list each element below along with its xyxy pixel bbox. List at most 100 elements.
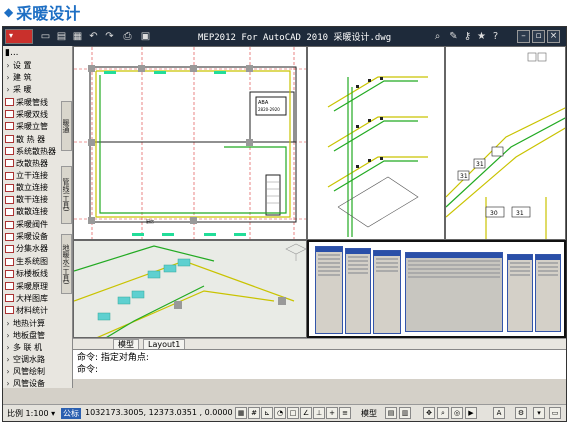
lock-icon[interactable]: ▾ [533,407,545,419]
plan-tag-label: ABA [258,100,269,106]
menu-item[interactable]: › 多 联 机 [3,342,61,353]
menu-item[interactable]: 采暖立管 [3,121,61,132]
menu-item[interactable]: 采暖阀件 [3,219,61,230]
showmotion-icon[interactable]: ▶ [465,407,477,419]
pan-icon[interactable]: ✥ [423,407,435,419]
menu-item-label: 系统散热器 [16,146,56,156]
menu-item-label: 改散热器 [16,158,48,168]
steering-icon[interactable]: ◎ [451,407,463,419]
menu-item[interactable]: 散散连接 [3,206,61,217]
otrack-icon[interactable]: ∠ [300,407,312,419]
menu-item[interactable]: 散 热 器 [3,134,61,145]
menu-item-label: 空调水路 [13,354,45,364]
viewport-3d[interactable] [73,240,307,338]
menu-item[interactable]: 分集水器 [3,243,61,254]
osnap-icon[interactable]: □ [287,407,299,419]
menu-item-label: 建 筑 [13,73,32,82]
menu-item[interactable]: › 风管设备 [3,378,61,389]
dialog-5[interactable] [507,254,533,332]
menu-item[interactable]: › 建 筑 [3,72,61,83]
command-icon [5,232,14,241]
menu-item[interactable]: 采暖原理 [3,281,61,292]
print-icon[interactable]: ⎙ [121,30,134,43]
room-label: 厨房 [146,218,154,224]
model-space-label[interactable]: 模型 [361,408,377,419]
dialog-1[interactable] [315,246,343,334]
layout-icon-2[interactable]: ▥ [399,407,411,419]
snap-icon[interactable]: ▦ [235,407,247,419]
clean-screen-icon[interactable]: ▭ [549,407,561,419]
minimize-button[interactable]: – [517,30,530,43]
key-icon[interactable]: ⚷ [461,30,474,43]
menu-item-label: 采暖管线 [16,97,48,107]
binoculars-icon[interactable]: ⌕ [431,30,444,43]
viewport-riser-isometric[interactable] [307,46,445,240]
menu-item[interactable]: 散干连接 [3,194,61,205]
viewport-detail[interactable]: 31 31 30 31 [445,46,566,240]
menu-item[interactable]: 大样图库 [3,293,61,304]
menu-item[interactable]: 散立连接 [3,182,61,193]
menu-item[interactable]: 采暖设备 [3,231,61,242]
svg-text:2820-2920: 2820-2920 [258,107,280,112]
layout-icon-1[interactable]: ▤ [385,407,397,419]
side-tab-pipe-tools[interactable]: 管线(工具) [61,166,72,224]
tools-icon[interactable]: ✎ [447,30,460,43]
dialog-6[interactable] [535,254,561,332]
layout-tab-bar: 模型 Layout1 [73,338,566,350]
workspace-icon[interactable]: ⚙ [515,407,527,419]
close-button[interactable]: × [547,30,560,43]
menu-item-label: 分集水器 [16,244,48,254]
viewport-dialogs[interactable] [307,240,566,338]
command-line[interactable]: 命令: 指定对角点: 命令: [73,349,566,379]
app-menu-button[interactable]: ▾ [5,29,33,44]
viewport-floor-plan[interactable]: ABA 2820-2920 厨房 [73,46,307,240]
menu-item[interactable]: 材料统计 [3,305,61,316]
coordinates-readout: 103217‌3.3005, 12373.0351 , 0.0000 [85,408,233,417]
open-file-icon[interactable]: ▤ [55,30,68,43]
annotation-scale-icon[interactable]: A [493,407,505,419]
menu-item-label: 采暖阀件 [16,220,48,230]
lineweight-icon[interactable]: ≡ [339,407,351,419]
coord-label[interactable]: 公标 [61,408,81,419]
menu-item[interactable]: 采暖双线 [3,109,61,120]
menu-item[interactable]: 立干连接 [3,170,61,181]
menu-item[interactable]: › 风管绘制 [3,366,61,377]
dialog-4[interactable] [405,252,503,332]
detail-label-4: 31 [516,210,524,217]
scale-selector[interactable]: 比例 1:100 ▾ [7,408,55,419]
star-icon[interactable]: ★ [475,30,488,43]
command-prompt[interactable]: 命令: [77,364,562,376]
riser-drawing [327,76,428,237]
dyn-icon[interactable]: + [326,407,338,419]
redo-icon[interactable]: ↷ [103,30,116,43]
menu-item[interactable]: 改散热器 [3,158,61,169]
help-icon[interactable]: ? [489,30,502,43]
dialog-2[interactable] [345,248,371,334]
menu-item[interactable]: › 采 暖 [3,84,61,95]
menu-item[interactable]: 系统散热器 [3,146,61,157]
plot-icon[interactable]: ▣ [139,30,152,43]
dialog-3[interactable] [373,250,401,334]
command-icon [5,220,14,229]
menu-item-label: 散 热 器 [16,134,46,144]
zoom-icon[interactable]: ⌕ [437,407,449,419]
ducs-icon[interactable]: ⊥ [313,407,325,419]
menu-item[interactable]: 采暖管线 [3,97,61,108]
menu-item[interactable]: 生系统图 [3,256,61,267]
undo-icon[interactable]: ↶ [87,30,100,43]
side-tab-floor-tools[interactable]: 地暖水(工具) [61,234,72,294]
menu-item[interactable]: › 地热计算 [3,318,61,329]
menu-item[interactable]: 标楼板线 [3,268,61,279]
side-tab-hvac[interactable]: 暖通 [61,101,72,151]
menu-item[interactable]: › 设 置 [3,60,61,71]
save-icon[interactable]: ▦ [71,30,84,43]
menu-item[interactable]: › 空调水路 [3,354,61,365]
restore-button[interactable]: ▫ [532,30,545,43]
menu-item-label: 标楼板线 [16,269,48,278]
grid-icon[interactable]: # [248,407,260,419]
window-title: MEP2012 For AutoCAD 2010 采暖设计.dwg [198,33,392,43]
ortho-icon[interactable]: ⊾ [261,407,273,419]
polar-icon[interactable]: ◔ [274,407,286,419]
menu-item[interactable]: › 地板盘管 [3,330,61,341]
new-file-icon[interactable]: ▭ [39,30,52,43]
